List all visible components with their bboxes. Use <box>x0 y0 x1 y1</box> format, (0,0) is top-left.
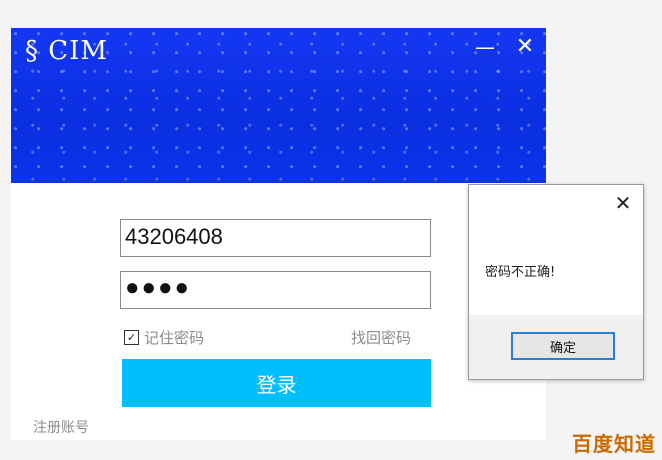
login-window: § CIM — ✕ 43206408 ●●●● ✓ 记住密码 找回密码 登录 注… <box>11 28 546 440</box>
dialog-footer: 确定 <box>469 315 643 379</box>
username-input[interactable]: 43206408 <box>120 219 431 257</box>
login-button[interactable]: 登录 <box>122 359 431 407</box>
dialog-close-icon[interactable]: ✕ <box>613 193 633 213</box>
close-icon[interactable]: ✕ <box>514 34 536 60</box>
password-value: ●●●● <box>125 274 191 301</box>
remember-password-checkbox[interactable]: ✓ 记住密码 <box>124 327 204 348</box>
checkbox-checked-icon[interactable]: ✓ <box>124 330 139 345</box>
username-value: 43206408 <box>125 224 223 249</box>
minimize-icon[interactable]: — <box>474 34 496 60</box>
dialog-message: 密码不正确! <box>485 265 556 280</box>
ok-button[interactable]: 确定 <box>511 332 615 360</box>
forgot-password-link[interactable]: 找回密码 <box>351 327 411 348</box>
app-title: § CIM <box>25 36 109 66</box>
remember-password-label: 记住密码 <box>144 329 205 347</box>
banner: § CIM — ✕ <box>11 28 546 183</box>
password-input[interactable]: ●●●● <box>120 271 431 309</box>
error-dialog: ✕ 密码不正确! 确定 <box>468 184 644 380</box>
baidu-zhidao-watermark: 百度知道 <box>572 432 656 456</box>
register-link[interactable]: 注册账号 <box>33 417 89 437</box>
